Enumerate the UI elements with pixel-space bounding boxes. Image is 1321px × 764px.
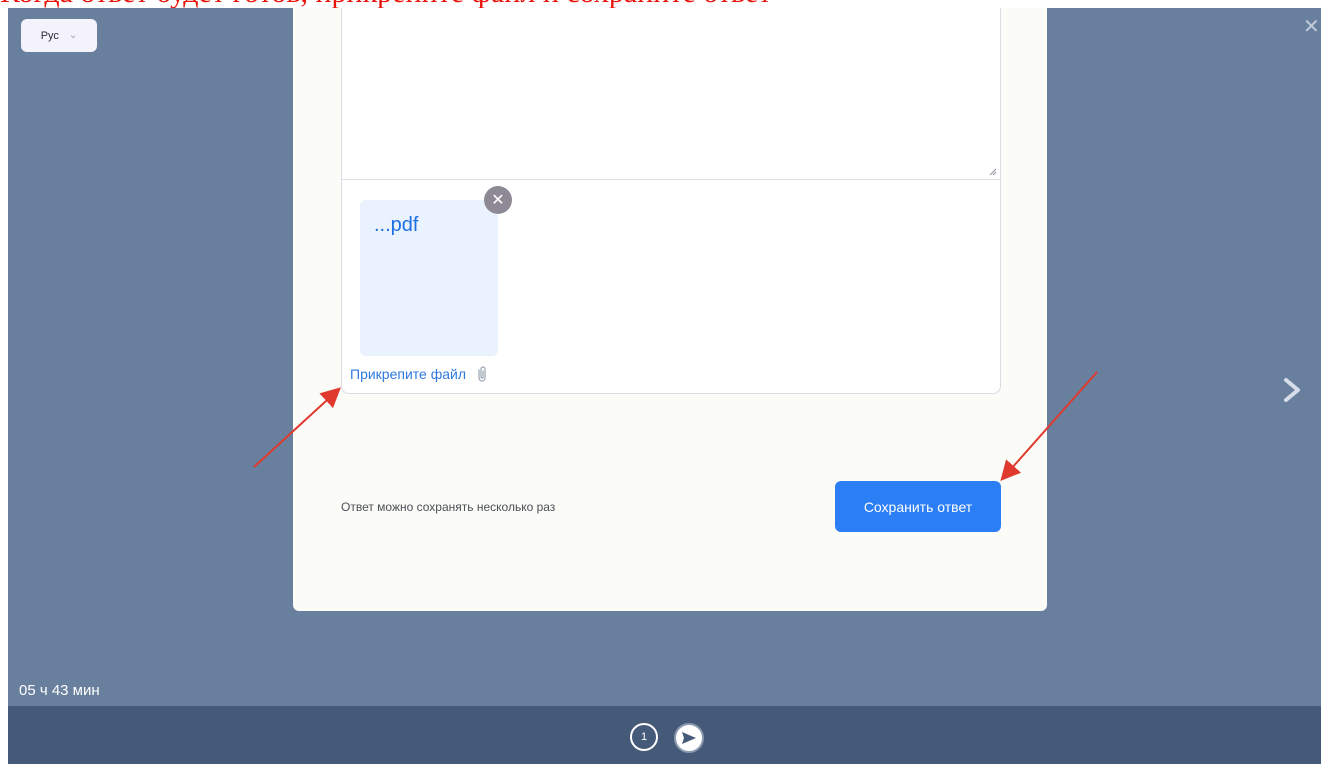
attach-file-label: Прикрепите файл — [350, 366, 466, 382]
attach-file-link[interactable]: Прикрепите файл — [350, 365, 488, 383]
answer-textarea[interactable] — [342, 8, 1000, 180]
send-icon — [682, 732, 696, 744]
annotation-caption: Когда ответ будет готов, прикрепите файл… — [0, 0, 1321, 8]
close-circle-icon: ✕ — [491, 192, 505, 209]
save-hint: Ответ можно сохранять несколько раз — [341, 500, 556, 514]
paperclip-icon — [478, 366, 486, 382]
chevron-down-icon: ⌄ — [68, 30, 78, 41]
chevron-right-icon[interactable] — [1276, 368, 1316, 412]
save-answer-button[interactable]: Сохранить ответ — [835, 481, 1001, 532]
close-icon[interactable]: ✕ — [1303, 14, 1320, 39]
timer: 05 ч 43 мин — [19, 682, 100, 699]
footer-nav: 1 — [8, 706, 1321, 764]
remove-file-button[interactable]: ✕ — [484, 186, 512, 214]
answer-box: ...pdf ✕ Прикрепите файл — [341, 8, 1001, 394]
language-select[interactable]: Рус ⌄ — [21, 19, 97, 52]
step-1-button[interactable]: 1 — [630, 723, 658, 751]
send-button[interactable] — [674, 723, 704, 753]
resize-grip-icon[interactable] — [989, 168, 997, 176]
language-label: Рус — [40, 29, 59, 42]
task-panel: ...pdf ✕ Прикрепите файл Ответ можно сох… — [293, 8, 1047, 611]
file-thumbnail[interactable]: ...pdf — [360, 200, 498, 356]
file-name: ...pdf — [374, 214, 419, 236]
step-label: 1 — [640, 731, 648, 743]
